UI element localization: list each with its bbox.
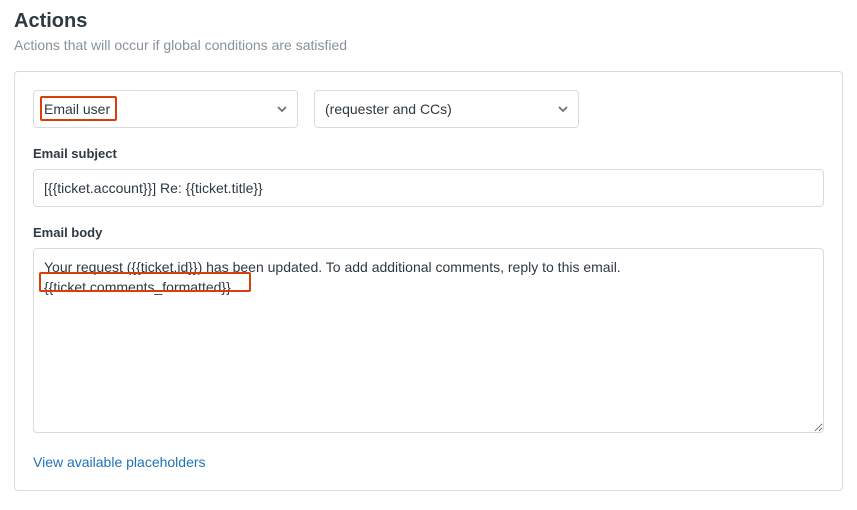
action-type-select-wrap: Email user — [33, 90, 298, 128]
email-body-label: Email body — [33, 225, 824, 240]
view-placeholders-link[interactable]: View available placeholders — [33, 454, 206, 470]
action-target-value: (requester and CCs) — [325, 101, 452, 117]
action-target-select-wrap: (requester and CCs) — [314, 90, 579, 128]
actions-panel: Email user (requester and CCs) Email sub… — [14, 71, 843, 491]
email-subject-label: Email subject — [33, 146, 824, 161]
action-selectors-row: Email user (requester and CCs) — [33, 90, 824, 128]
email-body-textarea[interactable] — [33, 248, 824, 433]
action-target-select[interactable]: (requester and CCs) — [314, 90, 579, 128]
email-body-wrap — [33, 248, 824, 454]
action-type-value: Email user — [44, 101, 110, 117]
email-subject-input[interactable] — [33, 169, 824, 207]
action-type-select[interactable]: Email user — [33, 90, 298, 128]
page-subtitle: Actions that will occur if global condit… — [14, 37, 843, 53]
page-title: Actions — [14, 10, 843, 33]
